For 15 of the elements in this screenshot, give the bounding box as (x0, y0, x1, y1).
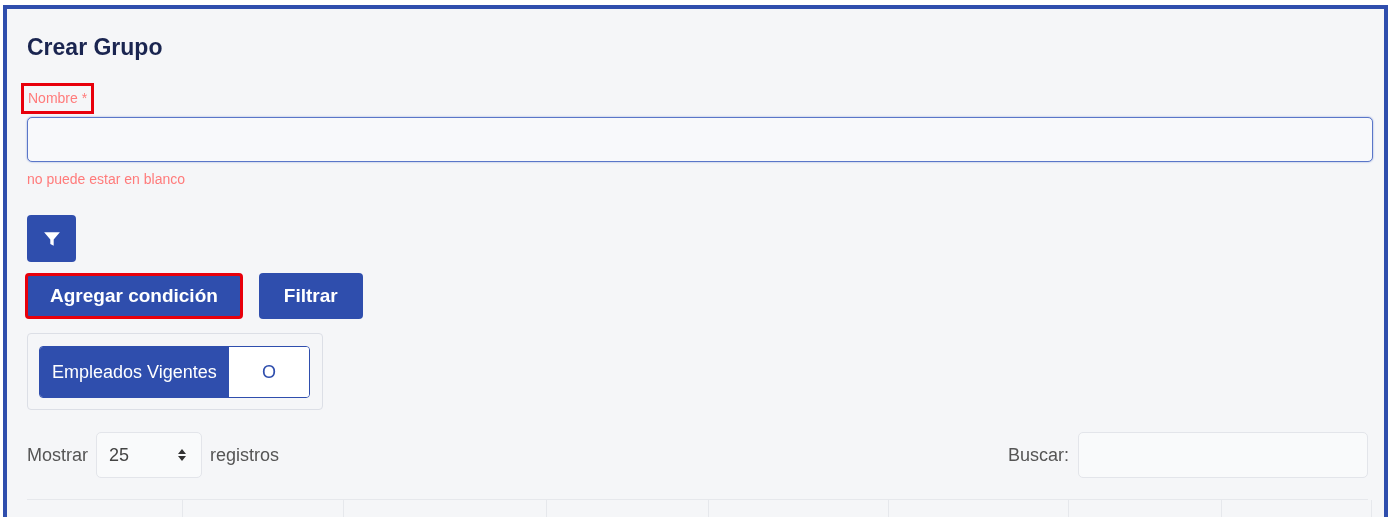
page-title: Crear Grupo (27, 33, 164, 62)
length-label: registros (210, 443, 280, 467)
field-label: Nombre * (21, 83, 95, 114)
action-button[interactable]: Agregar condición (25, 273, 243, 319)
action-button[interactable]: Filtrar (258, 273, 363, 319)
name-input[interactable] (27, 117, 1373, 162)
sort-arrows-icon (177, 448, 187, 462)
filter-button[interactable] (27, 215, 76, 262)
operator-button[interactable]: O (228, 347, 309, 397)
error-message: no puede estar en blanco (27, 170, 186, 189)
page-size-select[interactable]: 25 (96, 432, 202, 478)
search-label: Buscar: (1007, 443, 1069, 467)
filter-icon (42, 229, 61, 248)
condition-label: Empleados Vigentes (40, 347, 229, 397)
length-label: Mostrar (27, 443, 88, 467)
